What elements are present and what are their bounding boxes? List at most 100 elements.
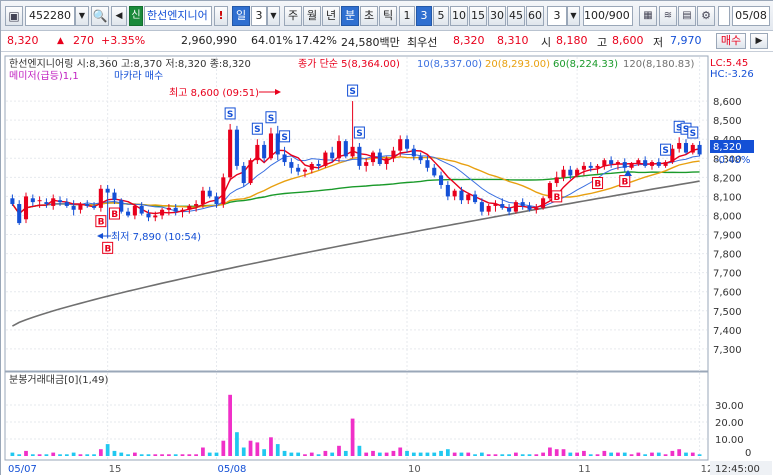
period-day-button[interactable]: 일 (232, 6, 250, 26)
candle-body (241, 165, 246, 184)
low-annotation: 최저 7,890 (10:54) (111, 231, 201, 243)
legend-signal-a: 메미저(급등)1,1 (9, 70, 79, 82)
period-dropdown-icon[interactable]: ▼ (267, 6, 280, 26)
volume-bar (269, 437, 273, 456)
compare-icon[interactable]: ≋ (659, 6, 677, 26)
candle-body (588, 165, 593, 168)
period-week-button[interactable]: 주 (284, 6, 302, 26)
volume-bar (466, 452, 471, 456)
quote-bar: 8,320 ▲ 270 +3.35% 2,960,990 64.01% 17.4… (1, 31, 773, 52)
interval-30-button[interactable]: 30 (488, 6, 506, 26)
window-menu-icon[interactable]: ▣ (5, 6, 23, 26)
period-month-button[interactable]: 월 (303, 6, 321, 26)
volume-bar (514, 452, 518, 456)
candle-body (139, 205, 144, 214)
y-tick-label: 8,600 (713, 97, 742, 108)
candle-body (541, 198, 546, 208)
interval-15-button[interactable]: 15 (469, 6, 487, 26)
interval-1-button[interactable]: 1 (399, 6, 415, 26)
interval-10-button[interactable]: 10 (450, 6, 468, 26)
price-chart-svg[interactable]: BBBSSSSSSBB BSS S S 7,3007,4007,5007,6007,7… (1, 52, 773, 475)
signal-letter: B (594, 180, 601, 190)
code-dropdown-icon[interactable]: ▼ (75, 6, 89, 26)
candle-body (112, 192, 117, 201)
signal-letter: S (349, 87, 355, 97)
period-num-field[interactable]: 3 (251, 6, 267, 26)
low-label: 저 (653, 36, 664, 49)
signal-letter: S (281, 133, 287, 143)
candle-body (37, 200, 42, 202)
count-dropdown-icon[interactable]: ▼ (567, 6, 580, 26)
candle-body (615, 162, 620, 164)
settings-gear-icon[interactable]: ⚙ (697, 6, 715, 26)
stock-code-input[interactable]: 452280 (25, 6, 75, 26)
volume-bar (486, 454, 491, 456)
candle-body (296, 167, 301, 172)
count-field[interactable]: 3 (547, 6, 567, 26)
candle-body (602, 160, 607, 166)
prev-stock-icon[interactable]: ◀ (111, 6, 127, 26)
volume-bar (187, 454, 192, 456)
candle-body (153, 215, 158, 218)
candle-body (207, 190, 212, 197)
candle-body (357, 146, 362, 166)
date-field[interactable]: 05/08 (732, 6, 770, 26)
alert-icon[interactable]: ! (214, 6, 228, 26)
candle-body (656, 162, 661, 166)
price-change-pct: +3.35% (101, 34, 146, 47)
volume-bar (112, 450, 117, 456)
sell-signal-marker: S (279, 130, 291, 143)
legend-ma5: 종가 단순 5(8,364.00) (298, 58, 400, 70)
volume-bar (180, 454, 185, 456)
candle-body (17, 204, 22, 224)
indicator-icon[interactable]: ▦ (639, 6, 657, 26)
candle-body (554, 177, 559, 184)
sell-signal-marker: S (224, 107, 236, 120)
interval-45-button[interactable]: 45 (507, 6, 525, 26)
candle-body (690, 144, 695, 153)
candle-body (160, 209, 165, 216)
volume-bar (173, 454, 178, 456)
candle-body (439, 175, 444, 185)
candle-body (609, 160, 614, 164)
candle-body (330, 152, 335, 159)
volume-bar (616, 452, 620, 456)
signal-letter: B (554, 193, 561, 203)
candle-body (255, 144, 260, 161)
period-year-button[interactable]: 년 (322, 6, 340, 26)
period-second-button[interactable]: 초 (360, 6, 378, 26)
volume-bar (384, 452, 389, 456)
buy-button[interactable]: 매수 (716, 33, 746, 49)
open-price: 8,180 (556, 34, 588, 47)
volume-bar (275, 444, 280, 456)
volume-bar (221, 440, 226, 456)
range-field[interactable]: 100/900 (583, 6, 633, 26)
interval-60-button[interactable]: 60 (526, 6, 544, 26)
candle-body (683, 143, 689, 153)
signal-letter: S (227, 110, 233, 120)
volume-bar (473, 454, 477, 456)
current-price: 8,320 (7, 34, 39, 47)
y-tick-label: 7,400 (713, 326, 742, 337)
period-tick-button[interactable]: 틱 (379, 6, 397, 26)
buy-signal-marker: B (95, 215, 107, 228)
volume-bar (364, 452, 369, 456)
stock-name-field[interactable]: 한선엔지니어 (144, 6, 212, 26)
date-checkbox[interactable] (718, 6, 730, 26)
volume-bar (439, 450, 443, 456)
candle-body (513, 202, 518, 212)
save-icon[interactable]: ▤ (678, 6, 696, 26)
expand-arrow-icon[interactable]: ▶ (750, 33, 768, 49)
candle-body (643, 160, 648, 166)
candle-body (126, 211, 131, 216)
candle-body (248, 160, 253, 184)
chart-area[interactable]: BBBSSSSSSBBBSSSS 7,300 7,400 7,500 7,600 7,7… (1, 52, 773, 475)
volume-bar (697, 454, 702, 456)
interval-3-button[interactable]: 3 (416, 6, 432, 26)
period-minute-button[interactable]: 분 (341, 6, 359, 26)
candle-body (194, 204, 199, 206)
search-icon[interactable]: 🔍 (91, 6, 109, 26)
volume-ratio: 64.01% (251, 34, 293, 47)
signal-letter: S (254, 125, 260, 135)
interval-5-button[interactable]: 5 (433, 6, 449, 26)
